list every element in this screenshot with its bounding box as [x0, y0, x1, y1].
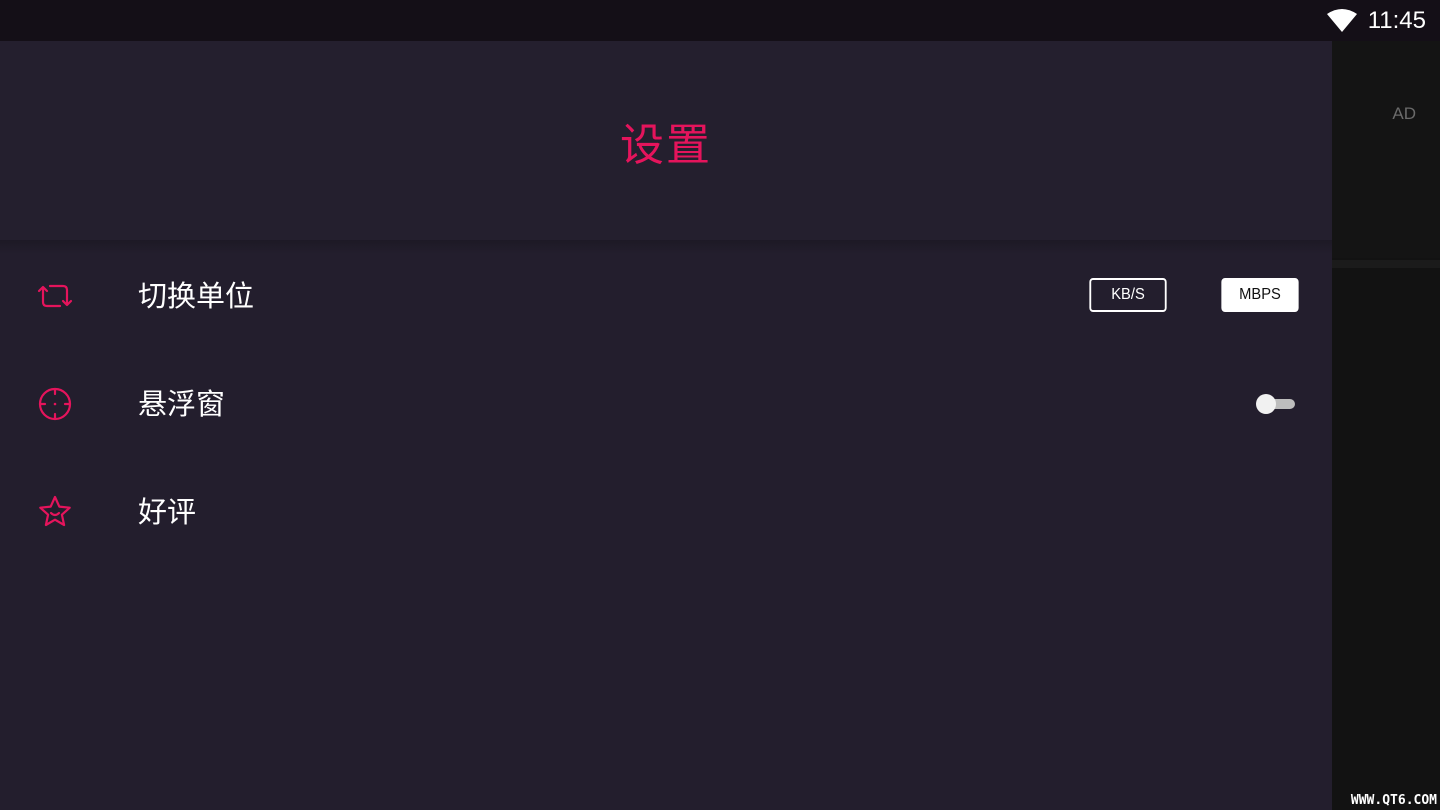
- status-icons: 11:45: [1326, 0, 1426, 41]
- ad-panel: AD WWW.QT6.COM: [1332, 41, 1440, 810]
- settings-row-switch-unit: 切换单位 KB/S MBPS: [0, 242, 1332, 350]
- switch-unit-label: 切换单位: [138, 279, 255, 313]
- watermark: WWW.QT6.COM: [1350, 793, 1437, 808]
- settings-row-floating-window[interactable]: 悬浮窗: [0, 350, 1332, 458]
- ad-banner[interactable]: AD: [1332, 41, 1440, 258]
- floating-window-toggle[interactable]: [1256, 394, 1296, 414]
- star-icon: [37, 494, 73, 530]
- page-title: 设置: [620, 119, 712, 171]
- crosshair-icon: [37, 386, 73, 422]
- settings-row-rating[interactable]: 好评: [0, 458, 1332, 566]
- status-time: 11:45: [1367, 6, 1426, 34]
- unit-kbs-button[interactable]: KB/S: [1089, 278, 1167, 312]
- unit-mbps-button[interactable]: MBPS: [1221, 278, 1299, 312]
- page-header: 设置: [0, 41, 1332, 240]
- toggle-thumb: [1256, 394, 1276, 414]
- wifi-icon: [1326, 8, 1357, 32]
- rating-label: 好评: [138, 495, 197, 529]
- ad-label: AD: [1392, 104, 1416, 123]
- floating-window-label: 悬浮窗: [138, 387, 226, 421]
- settings-page: 设置 切换单位 KB/S MBPS 悬浮窗 好评: [0, 41, 1332, 810]
- swap-cycle-icon: [37, 278, 73, 314]
- status-bar: 11:45: [0, 0, 1440, 41]
- ad-divider: [1332, 260, 1440, 268]
